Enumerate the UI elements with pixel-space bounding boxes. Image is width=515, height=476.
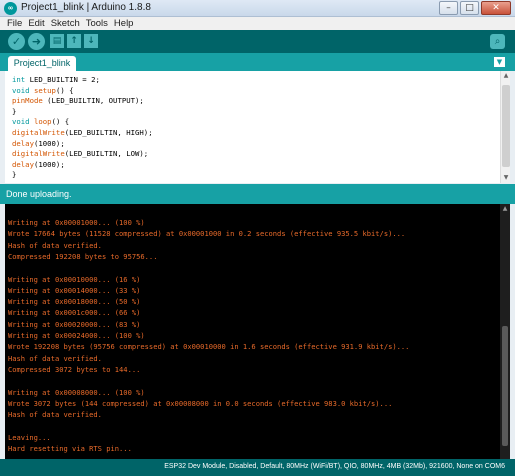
code-token: (1000); bbox=[33, 138, 65, 148]
console-scrollbar[interactable]: ▲ bbox=[500, 204, 510, 459]
console-line: Hard resetting via RTS pin... bbox=[8, 444, 132, 453]
code-token: (LED_BUILTIN, LOW); bbox=[64, 149, 149, 159]
tab-bar: Project1_blink ▼ bbox=[0, 53, 515, 71]
scroll-up-icon[interactable]: ▲ bbox=[501, 71, 510, 81]
scroll-down-icon[interactable]: ▼ bbox=[501, 173, 510, 183]
code-token: digitalWrite bbox=[12, 128, 65, 137]
minimize-icon[interactable]: – bbox=[439, 1, 458, 15]
console-line: Wrote 17664 bytes (11528 compressed) at … bbox=[8, 229, 406, 239]
toolbar: ✓ ➜ ▤ ↑ ↓ ⌕ bbox=[0, 30, 515, 53]
console-line: Compressed 192208 bytes to 95756... bbox=[8, 251, 158, 261]
editor-scroll-thumb[interactable] bbox=[502, 85, 510, 167]
code-line: delay(1000); bbox=[12, 160, 65, 169]
code-line: pinMode (LED_BUILTIN, OUTPUT); bbox=[12, 96, 144, 105]
code-token: void bbox=[12, 85, 30, 95]
console-line: Writing at 0x00010000... (16 %) bbox=[8, 274, 141, 284]
code-line: digitalWrite(LED_BUILTIN, LOW); bbox=[12, 149, 148, 158]
code-token: () { bbox=[55, 85, 74, 95]
code-token: (LED_BUILTIN, HIGH); bbox=[64, 128, 153, 137]
code-token: delay bbox=[12, 159, 34, 169]
console-line: Leaving... bbox=[8, 432, 51, 442]
tab-project1-blink[interactable]: Project1_blink bbox=[8, 56, 76, 71]
tab-menu-chevron-down-icon[interactable]: ▼ bbox=[494, 57, 505, 67]
editor-scrollbar[interactable]: ▲ ▼ bbox=[500, 71, 510, 183]
window-title: Project1_blink | Arduino 1.8.8 bbox=[21, 2, 151, 13]
status-text: Done uploading. bbox=[6, 189, 72, 199]
code-token: digitalWrite bbox=[12, 149, 65, 159]
code-token: void bbox=[12, 117, 30, 127]
console-line: Writing at 0x0001c000... (66 %) bbox=[8, 308, 141, 318]
code-token: } bbox=[12, 170, 17, 180]
code-line: delay(1000); bbox=[12, 139, 65, 148]
console-line: Writing at 0x00008000... (100 %) bbox=[8, 387, 145, 397]
code-token: } bbox=[12, 106, 17, 116]
console-line: Wrote 3072 bytes (144 compressed) at 0x0… bbox=[8, 398, 393, 408]
console-scroll-thumb[interactable] bbox=[502, 326, 508, 446]
menu-bar: File Edit Sketch Tools Help bbox=[0, 17, 515, 30]
status-bar: Done uploading. bbox=[0, 184, 515, 204]
menu-tools[interactable]: Tools bbox=[86, 17, 108, 30]
save-icon[interactable]: ↓ bbox=[84, 34, 98, 48]
code-token: delay bbox=[12, 138, 34, 148]
console-line: Hash of data verified. bbox=[8, 353, 102, 363]
code-editor[interactable]: int LED_BUILTIN = 2; void setup() {pinMod… bbox=[5, 71, 510, 183]
open-icon[interactable]: ↑ bbox=[67, 34, 81, 48]
code-token: (1000); bbox=[33, 159, 65, 169]
code-line: } bbox=[12, 170, 16, 179]
window-controls: – □ ✕ bbox=[439, 1, 511, 15]
console-line: Writing at 0x00018000... (50 %) bbox=[8, 297, 141, 307]
menu-help[interactable]: Help bbox=[114, 17, 134, 30]
menu-file[interactable]: File bbox=[7, 17, 22, 30]
board-info-bar: ESP32 Dev Module, Disabled, Default, 80M… bbox=[0, 459, 515, 476]
console-line: Hash of data verified. bbox=[8, 240, 102, 250]
code-token: LED_BUILTIN = 2; bbox=[25, 75, 100, 84]
console-line: Wrote 192208 bytes (95756 compressed) at… bbox=[8, 342, 410, 352]
console-line: Writing at 0x00024000... (100 %) bbox=[8, 331, 145, 340]
code-line: int LED_BUILTIN = 2; bbox=[12, 75, 100, 84]
console-line: Hash of data verified. bbox=[8, 410, 102, 420]
code-token: loop bbox=[33, 117, 52, 127]
menu-sketch[interactable]: Sketch bbox=[51, 17, 80, 30]
maximize-icon[interactable]: □ bbox=[460, 1, 479, 15]
menu-edit[interactable]: Edit bbox=[28, 17, 44, 30]
console-line: Compressed 3072 bytes to 144... bbox=[8, 364, 141, 374]
board-info-text: ESP32 Dev Module, Disabled, Default, 80M… bbox=[164, 463, 505, 470]
console-scroll-up-icon[interactable]: ▲ bbox=[500, 204, 510, 214]
code-token: setup bbox=[33, 85, 56, 95]
console-line: Writing at 0x00020000... (83 %) bbox=[8, 319, 141, 329]
serial-monitor-icon[interactable]: ⌕ bbox=[490, 34, 505, 49]
console-output: Writing at 0x00001000... (100 %) Wrote 17… bbox=[5, 204, 510, 459]
code-line: void setup() { bbox=[12, 86, 74, 95]
verify-icon[interactable]: ✓ bbox=[8, 33, 25, 50]
arduino-logo-icon: ∞ bbox=[4, 2, 17, 15]
close-icon[interactable]: ✕ bbox=[481, 1, 511, 15]
code-line: digitalWrite(LED_BUILTIN, HIGH); bbox=[12, 128, 153, 137]
code-token: (LED_BUILTIN, OUTPUT); bbox=[42, 96, 144, 106]
console-line: Writing at 0x00001000... (100 %) bbox=[8, 218, 145, 227]
code-token: pinMode bbox=[12, 96, 43, 106]
upload-icon[interactable]: ➜ bbox=[28, 33, 45, 50]
code-token: () { bbox=[51, 117, 70, 127]
code-line: } bbox=[12, 107, 16, 116]
code-line: void loop() { bbox=[12, 117, 69, 126]
title-bar: ∞ Project1_blink | Arduino 1.8.8 – □ ✕ bbox=[0, 0, 515, 17]
console-line: Writing at 0x00014000... (33 %) bbox=[8, 285, 141, 295]
code-token: int bbox=[12, 75, 26, 84]
new-icon[interactable]: ▤ bbox=[50, 34, 64, 48]
